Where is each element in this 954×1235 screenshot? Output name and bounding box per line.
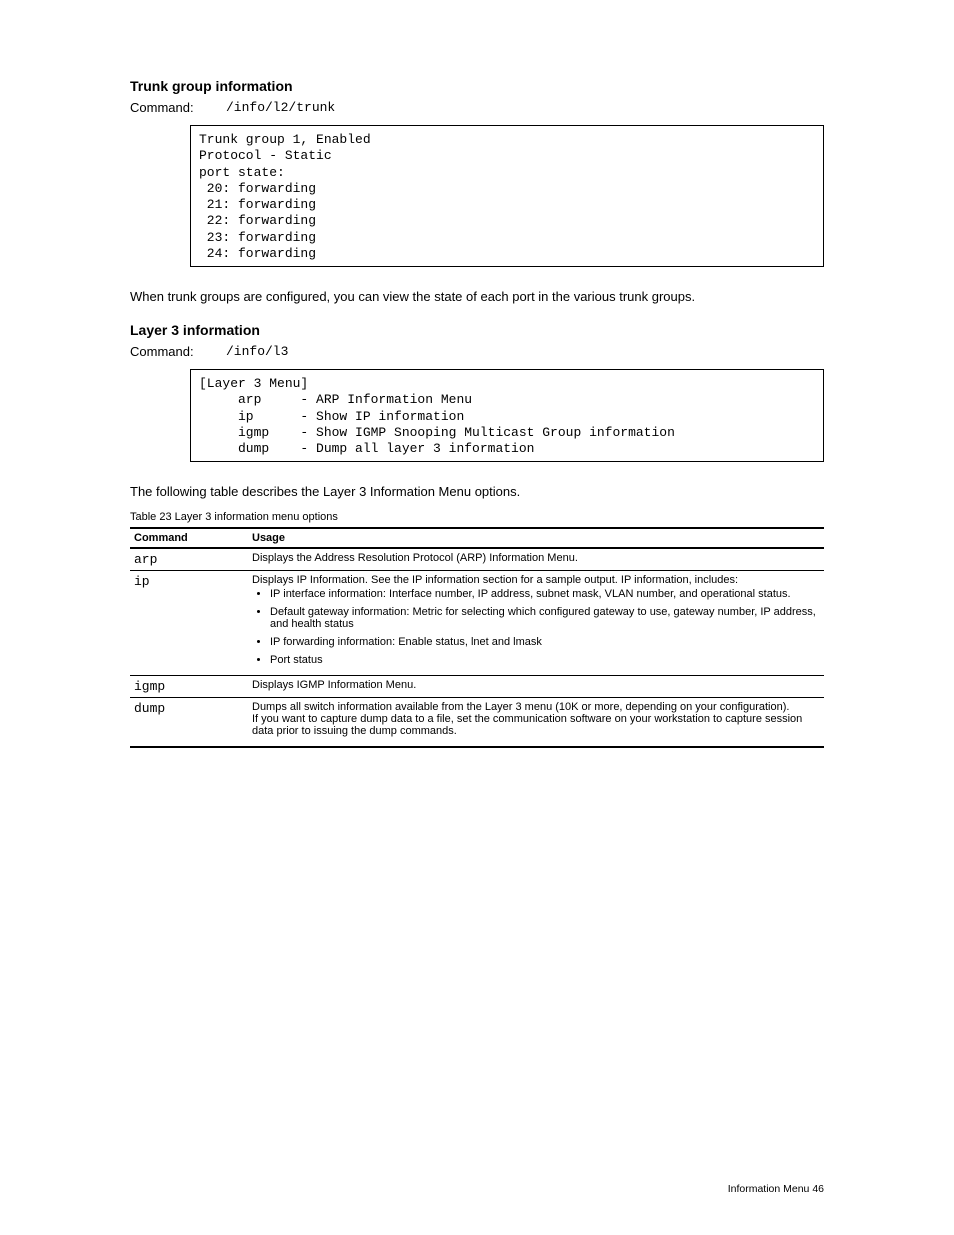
section1-title: Trunk group information	[130, 78, 824, 94]
usage-dump-tail: If you want to capture dump data to a fi…	[252, 713, 802, 737]
section1-cmd-label: Command:	[130, 100, 226, 115]
cmd-dump: dump	[134, 701, 165, 716]
section2-title: Layer 3 information	[130, 322, 824, 338]
section2-desc: The following table describes the Layer …	[130, 484, 824, 499]
cmd-igmp: igmp	[134, 679, 165, 694]
page: Trunk group information Command: /info/l…	[0, 0, 954, 1235]
section1-cmd-path: /info/l2/trunk	[226, 100, 335, 115]
page-footer: Information Menu 46	[130, 1183, 824, 1195]
table-row: ip Displays IP Information. See the IP i…	[130, 571, 824, 675]
list-item: Default gateway information: Metric for …	[270, 606, 820, 630]
section1-desc: When trunk groups are configured, you ca…	[130, 289, 824, 304]
list-item: Port status	[270, 654, 820, 666]
cmd-arp: arp	[134, 552, 157, 567]
usage-arp: Displays the Address Resolution Protocol…	[248, 549, 824, 570]
usage-ip-list: IP interface information: Interface numb…	[252, 588, 820, 666]
section2-cmd-label: Command:	[130, 344, 226, 359]
section1-code: Trunk group 1, Enabled Protocol - Static…	[190, 125, 824, 267]
cmd-ip: ip	[134, 574, 150, 589]
usage-igmp: Displays IGMP Information Menu.	[248, 676, 824, 697]
table-row: dump Dumps all switch information availa…	[130, 698, 824, 740]
section2-cmd-path: /info/l3	[226, 344, 288, 359]
table-header-row: Command Usage	[130, 529, 824, 547]
table-caption: Table 23 Layer 3 information menu option…	[130, 511, 824, 523]
table-row: igmp Displays IGMP Information Menu.	[130, 676, 824, 697]
list-item: IP forwarding information: Enable status…	[270, 636, 820, 648]
table-head-command: Command	[130, 529, 248, 547]
table-head-usage: Usage	[248, 529, 824, 547]
section2-code: [Layer 3 Menu] arp - ARP Information Men…	[190, 369, 824, 462]
layer3-menu-table: Command Usage arp Displays the Address R…	[130, 529, 824, 740]
list-item: IP interface information: Interface numb…	[270, 588, 820, 600]
footer-right: Information Menu 46	[728, 1183, 824, 1195]
usage-ip-lead: Displays IP Information. See the IP info…	[252, 574, 738, 586]
table-bottom-rule	[130, 746, 824, 748]
usage-dump-lead: Dumps all switch information available f…	[252, 701, 789, 713]
table-row: arp Displays the Address Resolution Prot…	[130, 549, 824, 570]
